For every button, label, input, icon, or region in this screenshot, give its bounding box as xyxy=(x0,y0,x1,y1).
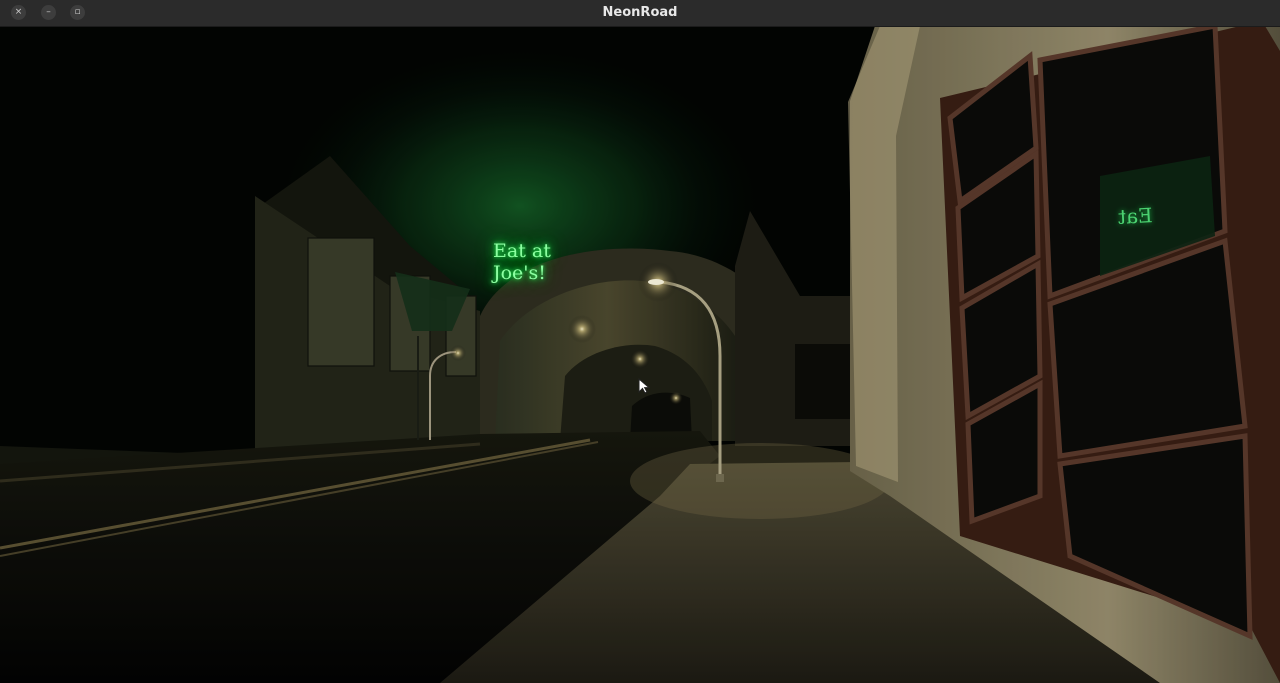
game-viewport[interactable]: Eat at Joe's! Eat xyxy=(0,26,1280,683)
game-window: × – ▫ NeonRoad Eat at Joe's! Eat xyxy=(0,0,1280,683)
title-bar[interactable]: × – ▫ NeonRoad xyxy=(0,0,1280,27)
scene-render xyxy=(0,26,1280,683)
window-title: NeonRoad xyxy=(602,5,678,20)
